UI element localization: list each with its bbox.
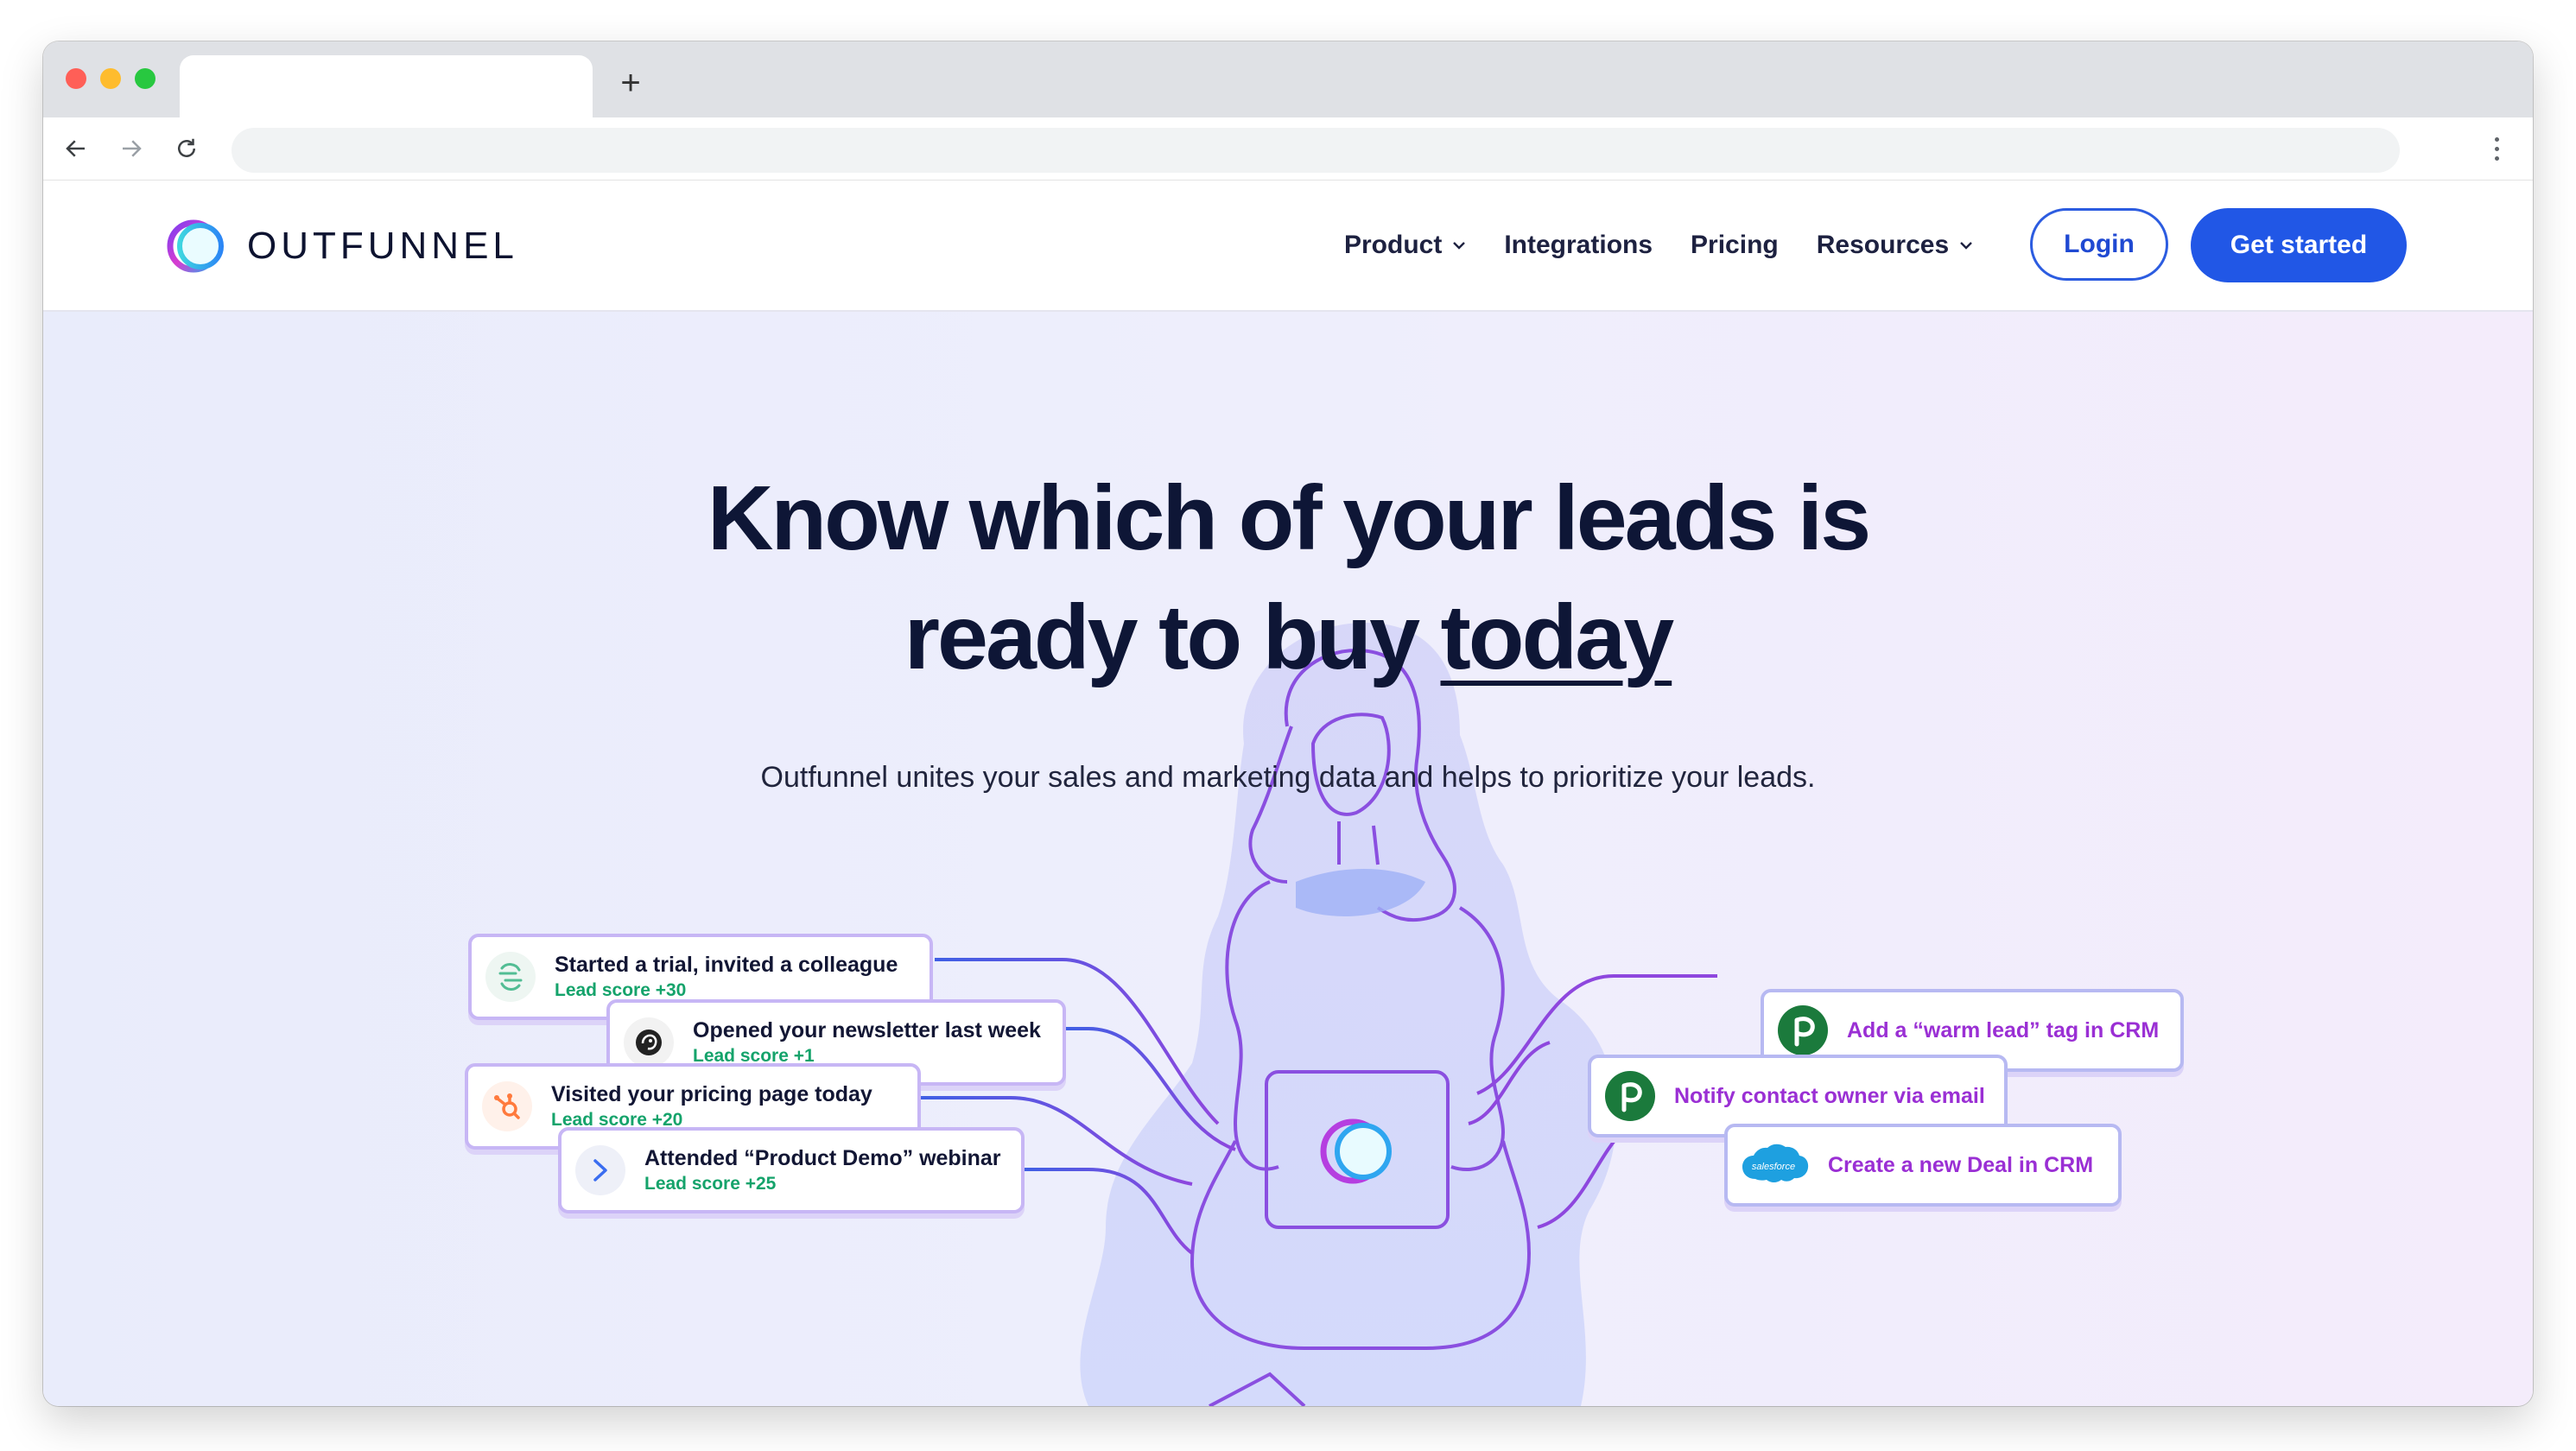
maximize-window-button[interactable] <box>135 68 155 89</box>
browser-window: + OUTFUNNEL Product Integrations Pricing… <box>43 41 2533 1406</box>
forward-button[interactable] <box>112 130 150 168</box>
arrow-right-icon <box>123 140 142 157</box>
signal-card: Attended “Product Demo” webinar Lead scor… <box>558 1127 1025 1213</box>
pipedrive-icon <box>1778 1005 1828 1055</box>
action-title: Notify contact owner via email <box>1674 1084 1985 1108</box>
chevron-down-icon <box>1453 242 1466 250</box>
nav-pricing[interactable]: Pricing <box>1691 231 1779 260</box>
mailchimp-icon <box>624 1017 674 1068</box>
pipedrive-icon <box>1605 1071 1655 1121</box>
tab-bar: + <box>43 41 2533 117</box>
signal-title: Opened your newsletter last week <box>693 1018 1041 1042</box>
reload-button[interactable] <box>168 130 206 168</box>
arrow-left-icon <box>66 140 85 157</box>
back-button[interactable] <box>57 130 95 168</box>
browser-tab[interactable] <box>180 55 593 117</box>
main-nav: Product Integrations Pricing Resources <box>1344 181 2011 310</box>
webinar-icon <box>575 1145 625 1195</box>
nav-integrations[interactable]: Integrations <box>1504 231 1653 260</box>
headline-line-2: ready to buy today <box>904 586 1675 688</box>
hubspot-icon <box>482 1081 532 1131</box>
hero-subheadline: Outfunnel unites your sales and marketin… <box>760 761 1816 794</box>
address-bar[interactable] <box>232 128 2400 173</box>
headline-emphasis: today <box>1440 586 1675 688</box>
new-tab-button[interactable]: + <box>613 66 648 100</box>
browser-toolbar <box>43 117 2533 181</box>
signal-title: Attended “Product Demo” webinar <box>644 1146 1001 1170</box>
signal-title: Visited your pricing page today <box>551 1082 872 1106</box>
login-button[interactable]: Login <box>2030 208 2168 281</box>
reload-icon <box>178 138 195 157</box>
figure-background-blob <box>1080 623 1617 1406</box>
salesforce-icon: salesforce <box>1738 1140 1809 1190</box>
site-header: OUTFUNNEL Product Integrations Pricing R… <box>43 181 2533 312</box>
svg-text:salesforce: salesforce <box>1752 1162 1795 1172</box>
browser-menu-button[interactable] <box>2486 130 2507 168</box>
outfunnel-logo[interactable]: OUTFUNNEL <box>166 219 518 274</box>
action-card: salesforce Create a new Deal in CRM <box>1724 1124 2122 1207</box>
minimize-window-button[interactable] <box>100 68 121 89</box>
chevron-down-icon <box>1960 242 1973 250</box>
website: OUTFUNNEL Product Integrations Pricing R… <box>43 181 2533 1406</box>
logo-text: OUTFUNNEL <box>247 225 518 267</box>
lead-score: Lead score +25 <box>644 1174 777 1194</box>
action-title: Add a “warm lead” tag in CRM <box>1847 1018 2160 1042</box>
action-title: Create a new Deal in CRM <box>1828 1153 2094 1177</box>
nav-product[interactable]: Product <box>1344 231 1466 260</box>
get-started-button[interactable]: Get started <box>2191 208 2407 282</box>
hero-headline: Know which of your leads is ready to buy… <box>43 459 2533 697</box>
close-window-button[interactable] <box>66 68 86 89</box>
nav-resources[interactable]: Resources <box>1817 231 1973 260</box>
hero-section: Know which of your leads is ready to buy… <box>43 312 2533 1406</box>
headline-line-1: Know which of your leads is <box>707 467 1871 569</box>
signal-title: Started a trial, invited a colleague <box>555 953 898 977</box>
segment-icon <box>485 952 536 1002</box>
outfunnel-logo-icon <box>167 219 224 273</box>
